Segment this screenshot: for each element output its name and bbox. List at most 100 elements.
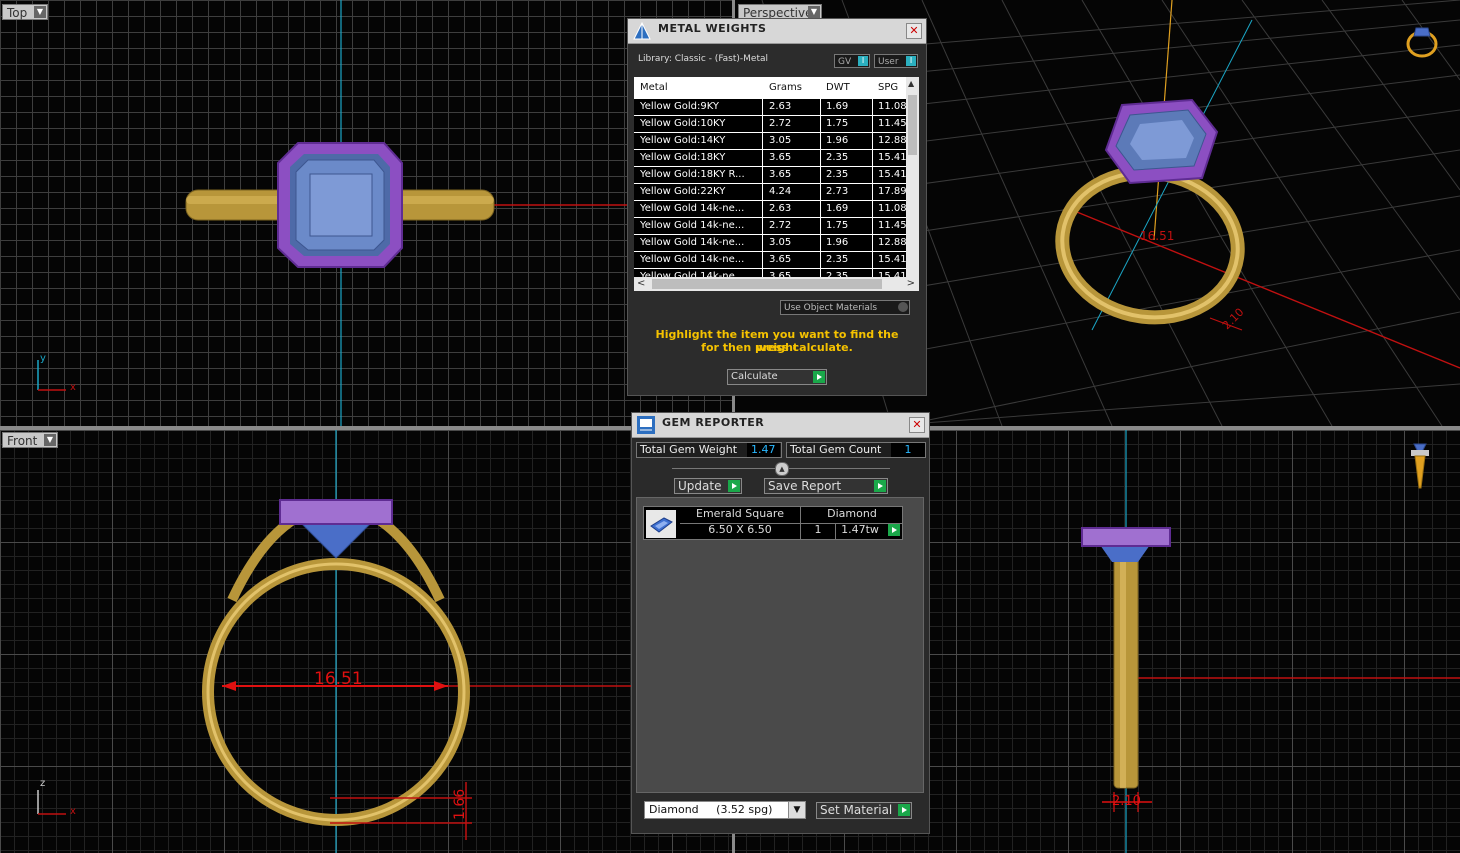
grams-cell: 2.72 bbox=[769, 220, 792, 231]
vertical-scrollbar[interactable]: ▲ bbox=[906, 77, 919, 277]
dwt-cell: 2.73 bbox=[826, 186, 849, 197]
column-divider bbox=[872, 167, 873, 183]
metal-table-row[interactable]: Yellow Gold:10KY 2.72 1.75 11.45 bbox=[634, 116, 906, 133]
bezel bbox=[279, 499, 393, 525]
dwt-cell: 2.35 bbox=[826, 169, 849, 180]
chevron-down-icon: ▼ bbox=[808, 6, 820, 18]
gem-size: 6.50 X 6.50 bbox=[680, 523, 801, 539]
metal-table-row[interactable]: Yellow Gold:14KY 3.05 1.96 12.88 bbox=[634, 133, 906, 150]
use-object-materials-toggle[interactable]: Use Object Materials bbox=[780, 300, 910, 315]
metal-table-body: Yellow Gold:9KY 2.63 1.69 11.08 Yellow Gold:… bbox=[634, 99, 906, 286]
top-viewport-label[interactable]: Top ▼ bbox=[2, 4, 48, 20]
metal-table[interactable]: Metal Grams DWT SPG Yellow Gold:9KY 2.63 1… bbox=[634, 77, 919, 291]
column-divider bbox=[872, 184, 873, 200]
metal-table-row[interactable]: Yellow Gold:18KY R... 3.65 2.35 15.41 bbox=[634, 167, 906, 184]
grams-cell: 4.24 bbox=[769, 186, 792, 197]
column-divider bbox=[820, 201, 821, 217]
metal-table-row[interactable]: Yellow Gold 14k-ne... 3.65 2.35 15.41 bbox=[634, 252, 906, 269]
play-arrow-icon bbox=[888, 524, 900, 536]
material-select[interactable]: Diamond (3.52 spg) ▼ bbox=[644, 801, 806, 819]
top-axis-x-label: x bbox=[70, 382, 76, 393]
column-divider bbox=[820, 133, 821, 149]
column-divider bbox=[872, 218, 873, 234]
front-dimension-bottom: 1.66 bbox=[452, 789, 468, 820]
toggle-knob-icon: I bbox=[858, 56, 868, 66]
grams-cell: 3.65 bbox=[769, 169, 792, 180]
metal-name-cell: Yellow Gold:22KY bbox=[640, 186, 726, 197]
metal-weights-panel: METAL WEIGHTS ✕ Library: Classic - (Fast… bbox=[627, 18, 927, 396]
total-gem-count-value: 1 bbox=[891, 443, 925, 457]
radio-icon bbox=[898, 302, 908, 312]
collapse-icon[interactable]: ▲ bbox=[775, 462, 789, 476]
gem-material: Diamond bbox=[801, 507, 903, 524]
ring-side-orientation-icon[interactable] bbox=[1408, 440, 1432, 494]
spg-cell: 15.41 bbox=[878, 254, 906, 265]
metal-name-cell: Yellow Gold:18KY R... bbox=[640, 169, 745, 180]
metal-table-row[interactable]: Yellow Gold 14k-ne... 2.63 1.69 11.08 bbox=[634, 201, 906, 218]
column-divider bbox=[872, 235, 873, 251]
top-axis-y-label: y bbox=[40, 353, 46, 364]
scrollbar-thumb[interactable] bbox=[908, 95, 917, 155]
column-divider bbox=[820, 150, 821, 166]
update-button[interactable]: Update bbox=[674, 478, 742, 494]
save-report-button[interactable]: Save Report bbox=[764, 478, 888, 494]
metal-table-row[interactable]: Yellow Gold:9KY 2.63 1.69 11.08 bbox=[634, 99, 906, 116]
front-dimension-width: 16.51 bbox=[314, 669, 363, 689]
top-viewport[interactable]: y x Top ▼ bbox=[0, 0, 732, 426]
emerald-gem-icon bbox=[646, 510, 676, 538]
column-header-metal[interactable]: Metal bbox=[640, 82, 668, 93]
metal-table-row[interactable]: Yellow Gold 14k-ne... 3.05 1.96 12.88 bbox=[634, 235, 906, 252]
gem-reporter-title: GEM REPORTER bbox=[662, 416, 765, 429]
total-gem-weight-value: 1.47 bbox=[747, 443, 780, 457]
close-icon[interactable]: ✕ bbox=[909, 417, 925, 433]
metal-name-cell: Yellow Gold:9KY bbox=[640, 101, 719, 112]
column-divider bbox=[820, 184, 821, 200]
toggle-knob-icon: I bbox=[906, 56, 916, 66]
dwt-cell: 2.35 bbox=[826, 254, 849, 265]
play-arrow-icon bbox=[728, 480, 740, 492]
column-header-spg[interactable]: SPG bbox=[878, 82, 898, 93]
scroll-right-icon[interactable]: > bbox=[907, 278, 915, 289]
dwt-cell: 1.75 bbox=[826, 118, 849, 129]
front-viewport[interactable]: 16.51 1.66 z x Front ▼ bbox=[0, 430, 732, 853]
scroll-up-icon[interactable]: ▲ bbox=[908, 79, 914, 88]
column-divider bbox=[762, 218, 763, 234]
metal-table-row[interactable]: Yellow Gold 14k-ne... 2.72 1.75 11.45 bbox=[634, 218, 906, 235]
spg-cell: 17.89 bbox=[878, 186, 906, 197]
column-divider bbox=[872, 116, 873, 132]
column-header-dwt[interactable]: DWT bbox=[826, 82, 850, 93]
calculate-button[interactable]: Calculate bbox=[727, 369, 827, 385]
ring-orientation-icon[interactable] bbox=[1400, 18, 1444, 62]
spg-cell: 11.08 bbox=[878, 203, 906, 214]
spg-cell: 12.88 bbox=[878, 135, 906, 146]
gem-detail-button[interactable] bbox=[886, 524, 900, 538]
column-divider bbox=[762, 184, 763, 200]
gem-reporter-titlebar[interactable]: GEM REPORTER ✕ bbox=[632, 413, 929, 438]
spg-cell: 12.88 bbox=[878, 237, 906, 248]
metal-name-cell: Yellow Gold 14k-ne... bbox=[640, 203, 745, 214]
horizontal-scrollbar[interactable]: < > bbox=[634, 277, 919, 291]
user-toggle[interactable]: User I bbox=[874, 54, 918, 68]
gem bbox=[298, 521, 374, 559]
metal-weights-titlebar[interactable]: METAL WEIGHTS ✕ bbox=[628, 19, 926, 44]
metal-name-cell: Yellow Gold 14k-ne... bbox=[640, 254, 745, 265]
column-divider bbox=[762, 201, 763, 217]
dwt-cell: 1.96 bbox=[826, 135, 849, 146]
gem-list: Emerald Square 6.50 X 6.50 Diamond 1 1.4… bbox=[636, 497, 924, 793]
column-divider bbox=[820, 252, 821, 268]
column-divider bbox=[872, 133, 873, 149]
metal-table-row[interactable]: Yellow Gold:22KY 4.24 2.73 17.89 bbox=[634, 184, 906, 201]
gem-list-item[interactable]: Emerald Square 6.50 X 6.50 Diamond 1 1.4… bbox=[643, 506, 903, 540]
column-header-grams[interactable]: Grams bbox=[769, 82, 802, 93]
gv-toggle[interactable]: GV I bbox=[834, 54, 870, 68]
close-icon[interactable]: ✕ bbox=[906, 23, 922, 39]
metal-table-row[interactable]: Yellow Gold:18KY 3.65 2.35 15.41 bbox=[634, 150, 906, 167]
set-material-button[interactable]: Set Material bbox=[816, 802, 912, 819]
material-select-value: Diamond (3.52 spg) bbox=[649, 803, 773, 816]
front-viewport-label[interactable]: Front ▼ bbox=[2, 432, 58, 448]
spg-cell: 11.08 bbox=[878, 101, 906, 112]
column-divider bbox=[762, 167, 763, 183]
scrollbar-thumb[interactable] bbox=[652, 279, 882, 289]
scroll-left-icon[interactable]: < bbox=[637, 278, 645, 289]
metal-name-cell: Yellow Gold 14k-ne... bbox=[640, 237, 745, 248]
